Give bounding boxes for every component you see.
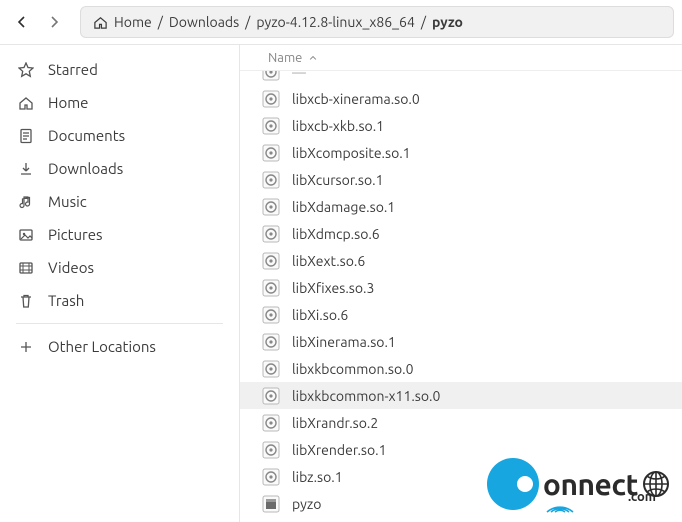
sidebar-item-label: Downloads	[48, 160, 123, 177]
sidebar-item-trash[interactable]: Trash	[0, 284, 239, 317]
path-bar[interactable]: Home / Downloads / pyzo-4.12.8-linux_x86…	[80, 6, 674, 38]
breadcrumb-home[interactable]: Home	[87, 12, 158, 32]
sidebar-item-label: Home	[48, 94, 88, 111]
file-row[interactable]: libxcb-xkb.so.1	[240, 112, 682, 139]
file-row[interactable]: pyzo	[240, 490, 682, 517]
file-row[interactable]: libXi.so.6	[240, 301, 682, 328]
file-name: libXrender.so.1	[292, 442, 387, 458]
sidebar-item-label: Other Locations	[48, 338, 156, 355]
sidebar-item-pictures[interactable]: Pictures	[0, 218, 239, 251]
file-row[interactable]: libXrandr.so.2	[240, 409, 682, 436]
shared-object-icon	[262, 198, 280, 216]
shared-object-icon	[262, 468, 280, 486]
file-row[interactable]: libXinerama.so.1	[240, 328, 682, 355]
sidebar-item-label: Pictures	[48, 226, 103, 243]
sidebar-item-videos[interactable]: Videos	[0, 251, 239, 284]
file-row[interactable]: libxkbcommon.so.0	[240, 355, 682, 382]
music-icon	[18, 194, 34, 210]
file-name: libxkbcommon-x11.so.0	[292, 388, 440, 404]
pictures-icon	[18, 227, 34, 243]
shared-object-icon	[262, 414, 280, 432]
file-name: libXinerama.so.1	[292, 334, 396, 350]
shared-object-icon	[262, 117, 280, 135]
file-row[interactable]: libXdmcp.so.6	[240, 220, 682, 247]
star-icon	[18, 62, 34, 78]
breadcrumb-folder[interactable]: pyzo-4.12.8-linux_x86_64	[250, 12, 421, 32]
file-row[interactable]: libXcursor.so.1	[240, 166, 682, 193]
file-row[interactable]: libXcomposite.so.1	[240, 139, 682, 166]
sidebar-item-home[interactable]: Home	[0, 86, 239, 119]
file-list[interactable]: — libxcb-xinerama.so.0 libxcb-xkb.so.1 libX…	[240, 71, 682, 522]
shared-object-icon	[262, 360, 280, 378]
file-row[interactable]: libz.so.1	[240, 463, 682, 490]
downloads-icon	[18, 161, 34, 177]
file-name: libxkbcommon.so.0	[292, 361, 413, 377]
sidebar-item-label: Trash	[48, 292, 84, 309]
videos-icon	[18, 260, 34, 276]
shared-object-icon	[262, 252, 280, 270]
trash-icon	[18, 293, 34, 309]
executable-icon	[262, 495, 280, 513]
breadcrumb-label: Downloads	[169, 14, 239, 30]
forward-button[interactable]	[40, 8, 68, 36]
shared-object-icon	[262, 441, 280, 459]
documents-icon	[18, 128, 34, 144]
shared-object-icon	[262, 144, 280, 162]
file-name: pyzo	[292, 496, 321, 512]
column-header-name[interactable]: Name	[240, 45, 682, 71]
shared-object-icon	[262, 333, 280, 351]
file-name: libXfixes.so.3	[292, 280, 374, 296]
file-name: —	[292, 71, 306, 80]
sidebar-separator	[16, 323, 223, 324]
back-button[interactable]	[8, 8, 36, 36]
breadcrumb-downloads[interactable]: Downloads	[163, 12, 245, 32]
sidebar-item-label: Starred	[48, 61, 98, 78]
file-name: libxcb-xinerama.so.0	[292, 91, 420, 107]
sidebar-item-label: Music	[48, 193, 87, 210]
plus-icon	[18, 339, 34, 355]
sidebar-item-other-locations[interactable]: Other Locations	[0, 330, 239, 363]
sidebar-item-music[interactable]: Music	[0, 185, 239, 218]
file-row[interactable]: libXfixes.so.3	[240, 274, 682, 301]
shared-object-icon	[262, 225, 280, 243]
breadcrumb-label: Home	[114, 14, 152, 30]
file-name: libxcb-xkb.so.1	[292, 118, 384, 134]
sidebar-item-downloads[interactable]: Downloads	[0, 152, 239, 185]
sidebar-item-label: Videos	[48, 259, 94, 276]
file-row[interactable]: libXext.so.6	[240, 247, 682, 274]
home-icon	[93, 15, 108, 30]
file-row[interactable]: —	[240, 71, 682, 85]
shared-object-icon	[262, 90, 280, 108]
sidebar-item-starred[interactable]: Starred	[0, 53, 239, 86]
file-row[interactable]: libXrender.so.1	[240, 436, 682, 463]
file-name: libXcursor.so.1	[292, 172, 384, 188]
breadcrumb-label: pyzo	[432, 14, 463, 30]
file-name: libXrandr.so.2	[292, 415, 378, 431]
sidebar-item-documents[interactable]: Documents	[0, 119, 239, 152]
shared-object-icon	[262, 71, 280, 81]
file-name: libXext.so.6	[292, 253, 365, 269]
shared-object-icon	[262, 387, 280, 405]
breadcrumb-label: pyzo-4.12.8-linux_x86_64	[256, 14, 415, 30]
content-pane: Name — libxcb-xinerama.so.0 libxcb-xkb.so.…	[240, 45, 682, 522]
sidebar: Starred Home Documents Downloads Music P…	[0, 45, 240, 522]
sort-asc-icon	[308, 53, 318, 63]
breadcrumb-current[interactable]: pyzo	[426, 12, 469, 32]
column-label: Name	[268, 51, 302, 65]
file-row[interactable]: libxkbcommon-x11.so.0	[240, 382, 682, 409]
file-name: libXcomposite.so.1	[292, 145, 411, 161]
file-name: libXi.so.6	[292, 307, 348, 323]
sidebar-item-label: Documents	[48, 127, 125, 144]
file-name: libXdmcp.so.6	[292, 226, 380, 242]
toolbar: Home / Downloads / pyzo-4.12.8-linux_x86…	[0, 0, 682, 45]
file-name: libz.so.1	[292, 469, 343, 485]
shared-object-icon	[262, 279, 280, 297]
shared-object-icon	[262, 306, 280, 324]
file-name: libXdamage.so.1	[292, 199, 395, 215]
file-row[interactable]: libXdamage.so.1	[240, 193, 682, 220]
file-row[interactable]: libxcb-xinerama.so.0	[240, 85, 682, 112]
shared-object-icon	[262, 171, 280, 189]
home-icon	[18, 95, 34, 111]
